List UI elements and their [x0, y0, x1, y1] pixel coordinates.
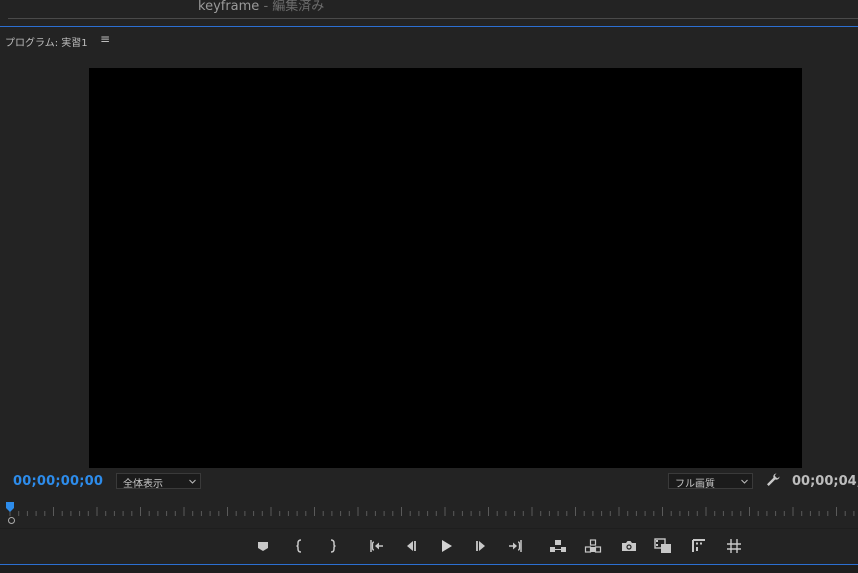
duration-timecode: 00;00;04;2: [792, 474, 858, 489]
step-back-icon[interactable]: [401, 536, 421, 556]
panel-tab-program[interactable]: プログラム: 実習1: [5, 34, 88, 49]
zoom-scroll-bar[interactable]: [0, 528, 858, 529]
playhead-handle[interactable]: [8, 517, 15, 524]
time-ruler[interactable]: [0, 500, 858, 518]
trim-icon[interactable]: [689, 536, 709, 556]
chevron-down-icon: [189, 479, 196, 484]
compare-icon[interactable]: [653, 536, 673, 556]
transport-controls: [0, 536, 858, 556]
program-monitor-viewer[interactable]: [89, 68, 802, 468]
go-to-in-icon[interactable]: [367, 536, 387, 556]
add-marker-icon[interactable]: [253, 536, 273, 556]
export-frame-icon[interactable]: [619, 536, 639, 556]
window-title-bar: keyframe - 編集済み: [0, 0, 858, 26]
wrench-settings-icon[interactable]: [765, 472, 781, 488]
play-icon[interactable]: [436, 536, 456, 556]
playhead-icon[interactable]: [6, 502, 14, 512]
go-to-out-icon[interactable]: [505, 536, 525, 556]
chevron-down-icon: [741, 479, 748, 484]
lift-icon[interactable]: [548, 536, 568, 556]
playback-quality-select[interactable]: フル画質: [668, 473, 753, 490]
panel-bottom-strip: [0, 565, 858, 573]
playback-quality-value: フル画質: [675, 479, 715, 490]
mark-in-icon[interactable]: [290, 536, 310, 556]
step-forward-icon[interactable]: [471, 536, 491, 556]
zoom-level-value: 全体表示: [123, 479, 163, 490]
current-timecode[interactable]: 00;00;00;00: [13, 474, 103, 489]
zoom-level-select[interactable]: 全体表示: [116, 473, 201, 490]
extract-icon[interactable]: [583, 536, 603, 556]
panel-header: プログラム: 実習1 ≡: [0, 27, 858, 53]
time-ruler-baseline: [8, 18, 858, 19]
window-title: keyframe - 編集済み: [198, 0, 325, 14]
panel-menu-icon[interactable]: ≡: [100, 32, 110, 46]
safe-margins-icon[interactable]: [724, 536, 744, 556]
mark-out-icon[interactable]: [322, 536, 342, 556]
